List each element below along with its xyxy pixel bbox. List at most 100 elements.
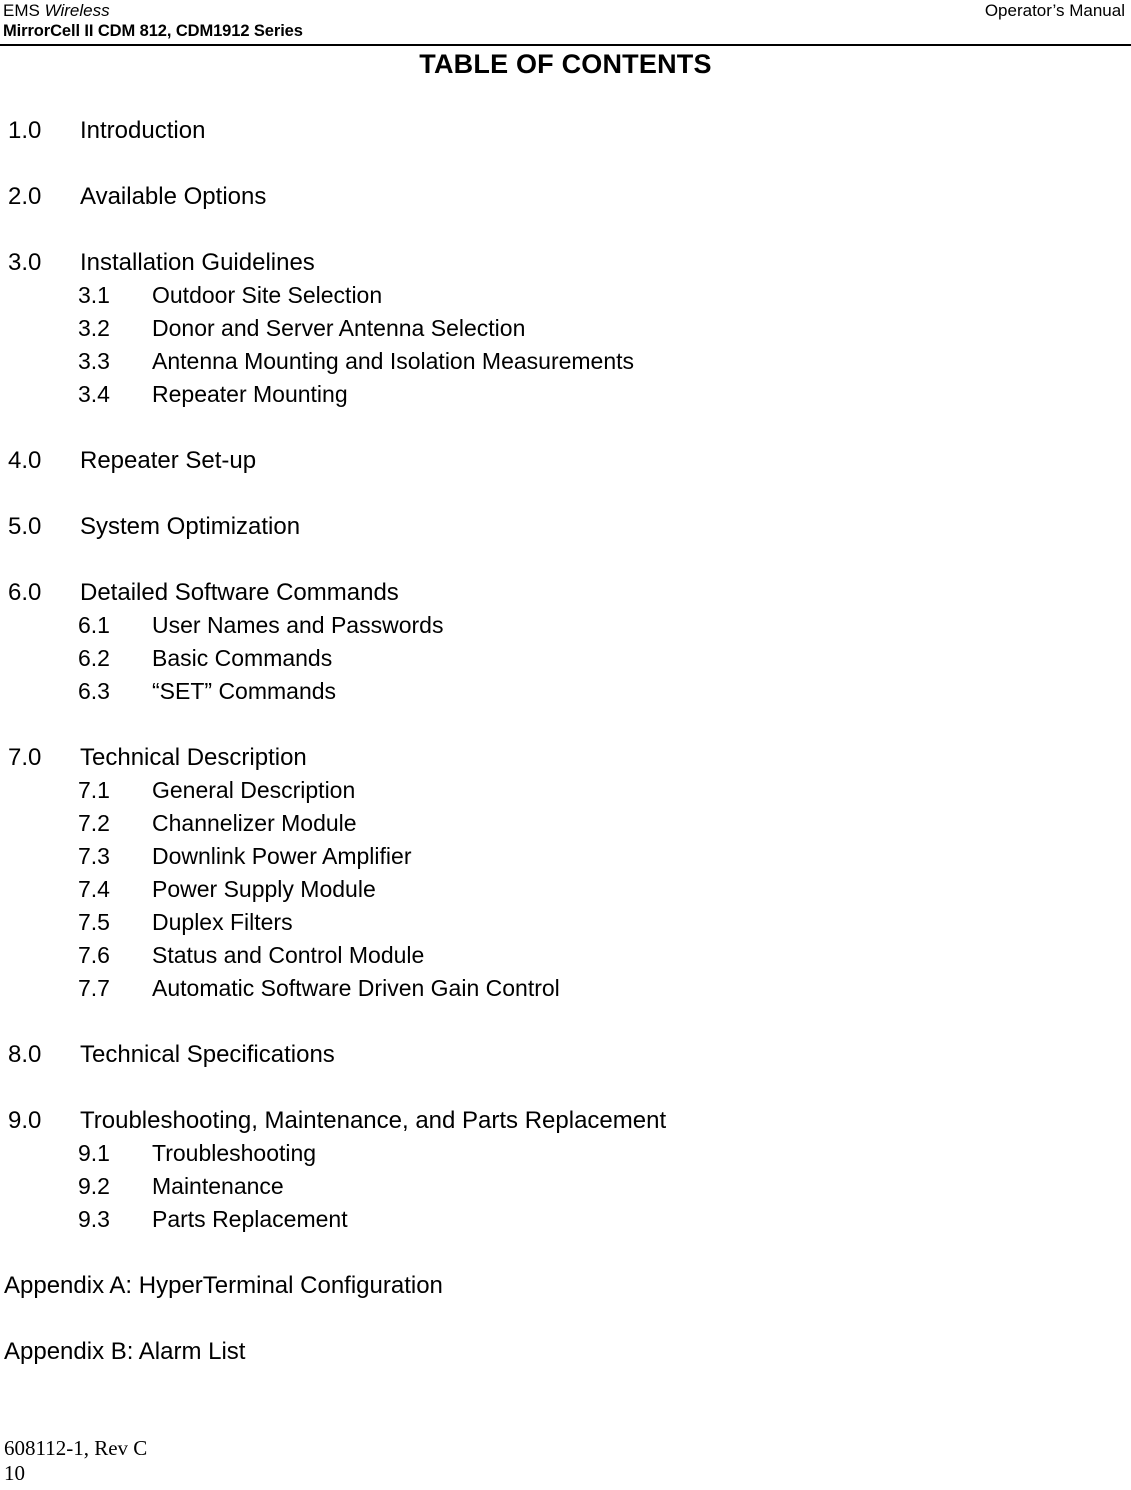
toc-entry[interactable]: 7.7 Automatic Software Driven Gain Contro…: [0, 972, 1131, 1005]
toc-entry-number: 7.0: [8, 744, 42, 771]
toc-entry-label: Detailed Software Commands: [80, 579, 399, 606]
toc-entry-number: 9.0: [8, 1107, 42, 1134]
toc-entry[interactable]: 6.0 Detailed Software Commands: [0, 576, 1131, 609]
toc-entry[interactable]: 5.0 System Optimization: [0, 510, 1131, 543]
toc-entry-label: Basic Commands: [152, 645, 333, 671]
toc-entry-label: System Optimization: [80, 513, 301, 540]
toc-entry-number: 9.3: [78, 1206, 110, 1232]
toc-group: 5.0 System Optimization: [0, 510, 1131, 543]
toc-entry-number: 7.2: [78, 810, 110, 836]
toc-entry-number: 7.6: [78, 942, 110, 968]
toc-entry-label: Troubleshooting, Maintenance, and Parts …: [80, 1107, 667, 1134]
header-manual-type: Operator’s Manual: [984, 1, 1125, 20]
toc-entry-number: 6.3: [78, 678, 110, 704]
toc-entry-number: 8.0: [8, 1041, 42, 1068]
footer-document-number: 608112-1, Rev C: [4, 1436, 148, 1460]
toc-entry-number: 7.7: [78, 975, 110, 1001]
toc-entry[interactable]: 7.2 Channelizer Module: [0, 807, 1131, 840]
page-title: TABLE OF CONTENTS: [419, 49, 712, 79]
header-company: EMS Wireless: [3, 0, 303, 21]
table-of-contents: 1.0 Introduction 2.0 Available Options 3.0 In…: [0, 114, 1131, 1368]
toc-entry-number: 9.2: [78, 1173, 110, 1199]
toc-entry[interactable]: 3.3 Antenna Mounting and Isolation Measur…: [0, 345, 1131, 378]
toc-entry[interactable]: 3.1 Outdoor Site Selection: [0, 279, 1131, 312]
toc-entry[interactable]: 3.4 Repeater Mounting: [0, 378, 1131, 411]
toc-entry-number: 6.1: [78, 612, 110, 638]
toc-entry-label: Channelizer Module: [152, 810, 357, 836]
toc-group: 1.0 Introduction: [0, 114, 1131, 147]
toc-entry-number: 3.2: [78, 315, 110, 341]
toc-entry[interactable]: 7.0 Technical Description: [0, 741, 1131, 774]
toc-entry-label: Troubleshooting: [152, 1140, 317, 1166]
toc-group: 3.0 Installation Guidelines 3.1 Outdoor Sit…: [0, 246, 1131, 411]
toc-entry[interactable]: 7.6 Status and Control Module: [0, 939, 1131, 972]
toc-entry-label: Status and Control Module: [152, 942, 425, 968]
toc-entry[interactable]: 9.3 Parts Replacement: [0, 1203, 1131, 1236]
toc-entry[interactable]: 7.4 Power Supply Module: [0, 873, 1131, 906]
toc-entry-label: Installation Guidelines: [80, 249, 315, 276]
toc-entry-label: General Description: [152, 777, 356, 803]
toc-entry-label: Downlink Power Amplifier: [152, 843, 412, 869]
header-company-italic: Wireless: [44, 1, 110, 20]
toc-group: 6.0 Detailed Software Commands 6.1 User Nam…: [0, 576, 1131, 708]
toc-group: 7.0 Technical Description 7.1 General Descr…: [0, 741, 1131, 1005]
toc-entry[interactable]: 7.3 Downlink Power Amplifier: [0, 840, 1131, 873]
toc-entry-number: 3.1: [78, 282, 110, 308]
toc-entry-number: 7.3: [78, 843, 110, 869]
toc-entry-label: Antenna Mounting and Isolation Measureme…: [152, 348, 635, 374]
toc-group: 2.0 Available Options: [0, 180, 1131, 213]
header-divider-rule: [0, 44, 1131, 46]
toc-entry-label: Automatic Software Driven Gain Control: [152, 975, 560, 1001]
toc-entry[interactable]: 4.0 Repeater Set-up: [0, 444, 1131, 477]
toc-entry-label: Power Supply Module: [152, 876, 376, 902]
toc-entry[interactable]: 2.0 Available Options: [0, 180, 1131, 213]
toc-entry[interactable]: 6.3 “SET” Commands: [0, 675, 1131, 708]
toc-entry[interactable]: 3.2 Donor and Server Antenna Selection: [0, 312, 1131, 345]
footer-page-number: 10: [4, 1461, 25, 1485]
toc-entry[interactable]: 7.1 General Description: [0, 774, 1131, 807]
toc-entry-label: User Names and Passwords: [152, 612, 444, 638]
toc-entry-number: 4.0: [8, 447, 42, 474]
toc-entry-number: 5.0: [8, 513, 42, 540]
toc-entry[interactable]: 1.0 Introduction: [0, 114, 1131, 147]
toc-entry-number: 1.0: [8, 117, 42, 144]
toc-entry-label: Donor and Server Antenna Selection: [152, 315, 526, 341]
toc-entry-label: Parts Replacement: [152, 1206, 348, 1232]
toc-appendix-entry[interactable]: Appendix B: Alarm List: [0, 1335, 1131, 1368]
toc-entry-label: Technical Specifications: [80, 1041, 335, 1068]
toc-entry-label: Repeater Mounting: [152, 381, 348, 407]
toc-entry-label: Repeater Set-up: [80, 447, 257, 474]
toc-entry[interactable]: 6.1 User Names and Passwords: [0, 609, 1131, 642]
toc-entry-number: 6.0: [8, 579, 42, 606]
toc-entry-label: “SET” Commands: [152, 678, 337, 704]
toc-entry-label: Available Options: [80, 183, 267, 210]
toc-entry[interactable]: 6.2 Basic Commands: [0, 642, 1131, 675]
toc-entry-number: 3.0: [8, 249, 42, 276]
toc-appendix-entry[interactable]: Appendix A: HyperTerminal Configuration: [0, 1269, 1131, 1302]
toc-entry-label: Introduction: [80, 117, 206, 144]
toc-entry-number: 7.4: [78, 876, 110, 902]
toc-group: 9.0 Troubleshooting, Maintenance, and Par…: [0, 1104, 1131, 1236]
toc-entry[interactable]: 8.0 Technical Specifications: [0, 1038, 1131, 1071]
page-footer: 608112-1, Rev C 10: [4, 1436, 147, 1486]
toc-entry[interactable]: 3.0 Installation Guidelines: [0, 246, 1131, 279]
toc-entry[interactable]: 9.2 Maintenance: [0, 1170, 1131, 1203]
toc-entry-number: 7.1: [78, 777, 110, 803]
toc-entry-number: 3.3: [78, 348, 110, 374]
header-product-line: MirrorCell II CDM 812, CDM1912 Series: [3, 22, 303, 40]
toc-entry-label: Maintenance: [152, 1173, 284, 1199]
toc-entry[interactable]: 9.0 Troubleshooting, Maintenance, and Par…: [0, 1104, 1131, 1137]
toc-group: 8.0 Technical Specifications: [0, 1038, 1131, 1071]
toc-entry-label: Technical Description: [80, 744, 307, 771]
header-left-block: EMS Wireless MirrorCell II CDM 812, CDM1…: [3, 0, 303, 42]
toc-entry[interactable]: 7.5 Duplex Filters: [0, 906, 1131, 939]
toc-entry-number: 3.4: [78, 381, 110, 407]
toc-entry-label: Duplex Filters: [152, 909, 293, 935]
toc-entry-label: Outdoor Site Selection: [152, 282, 383, 308]
toc-entry[interactable]: 9.1 Troubleshooting: [0, 1137, 1131, 1170]
header-company-prefix: EMS: [3, 1, 45, 20]
toc-entry-number: 7.5: [78, 909, 110, 935]
toc-entry-number: 9.1: [78, 1140, 110, 1166]
toc-group: 4.0 Repeater Set-up: [0, 444, 1131, 477]
toc-entry-number: 6.2: [78, 645, 110, 671]
